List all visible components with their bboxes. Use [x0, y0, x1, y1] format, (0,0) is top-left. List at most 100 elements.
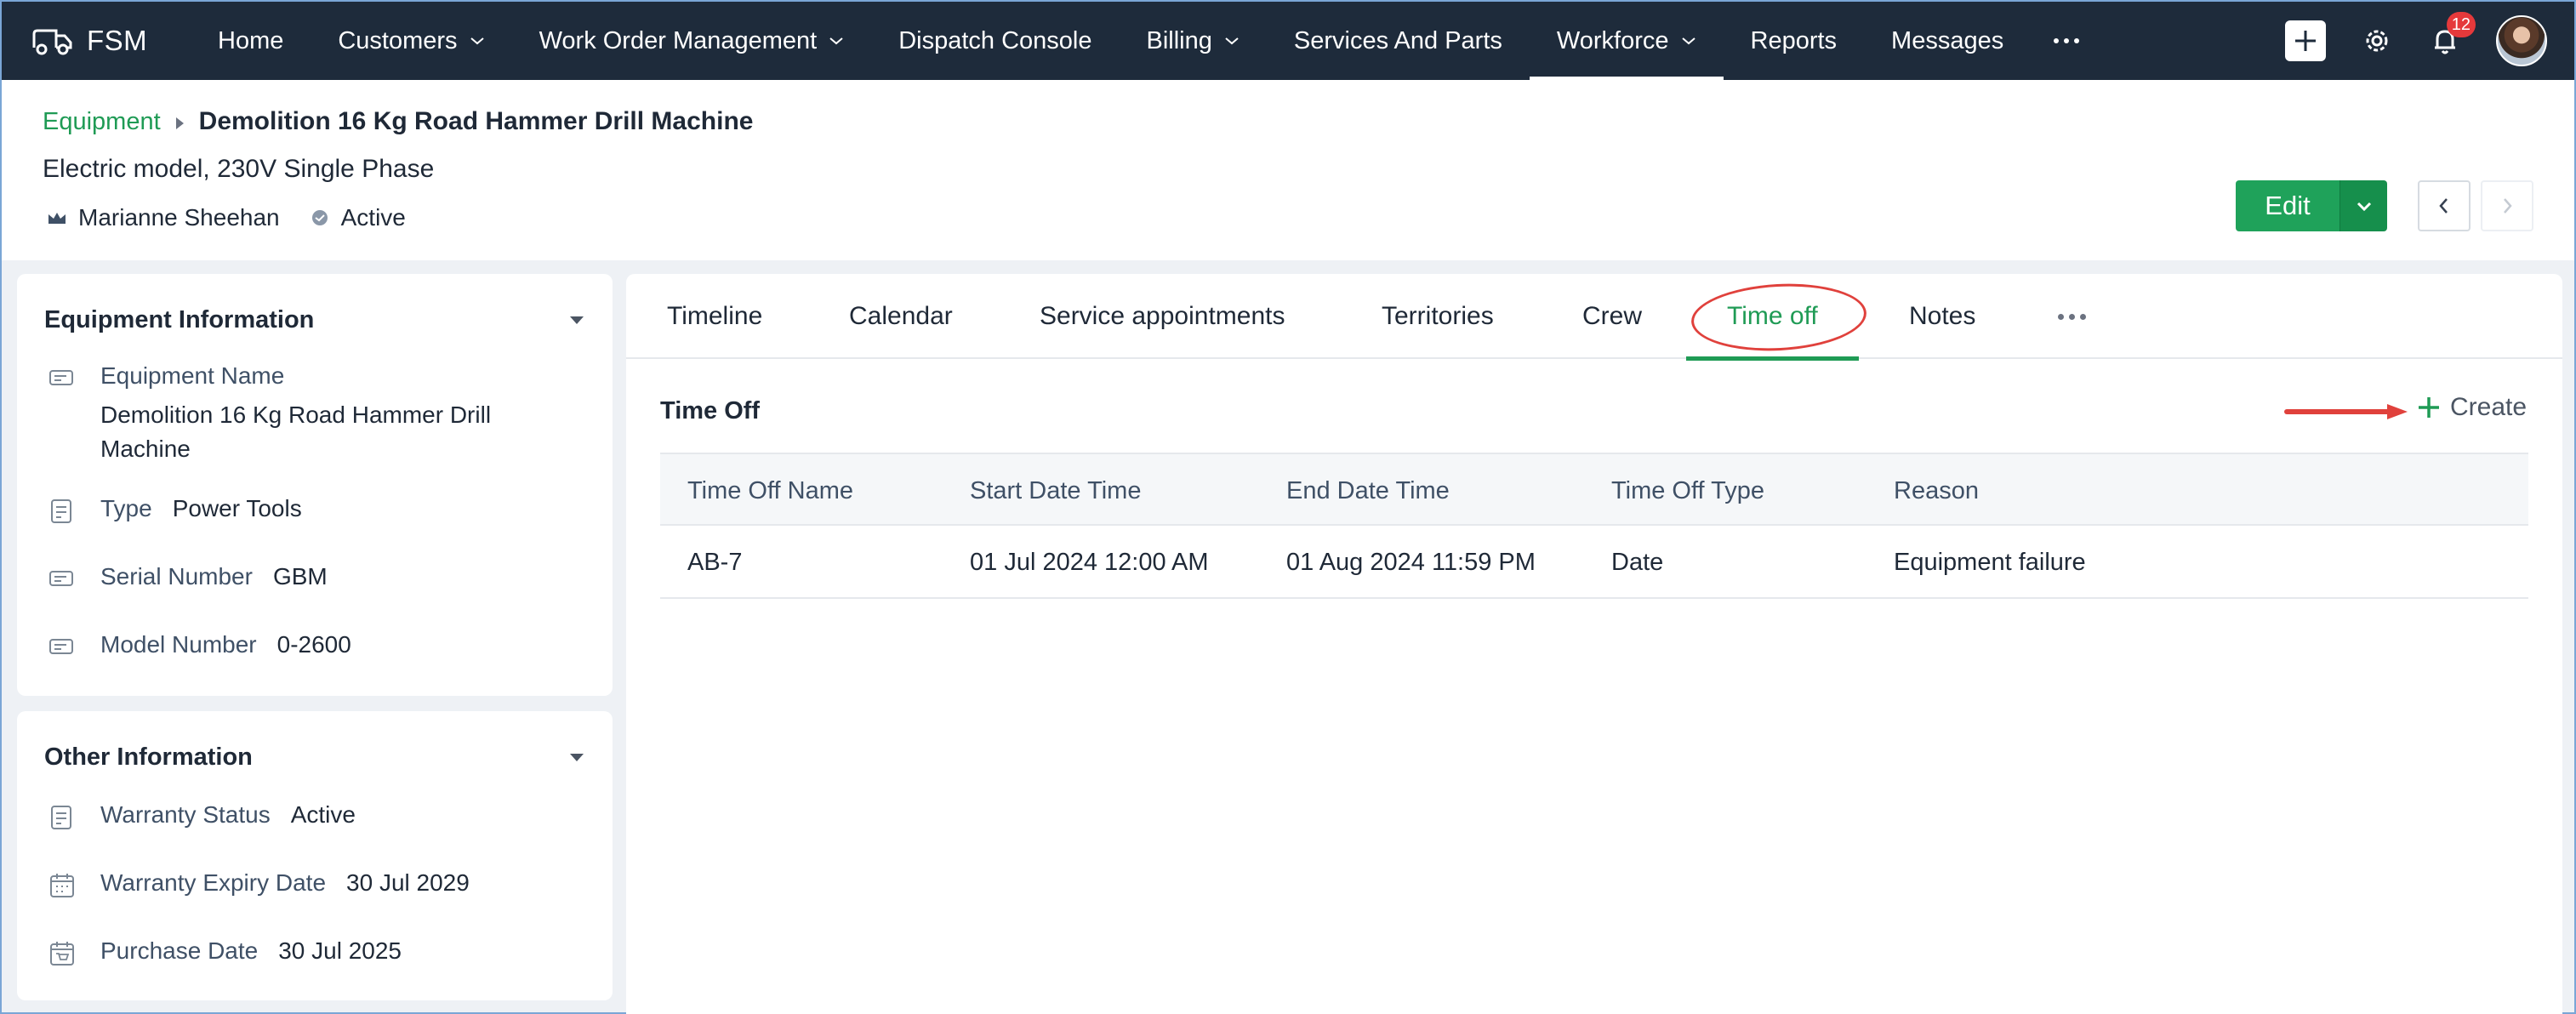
nav-dispatch-console[interactable]: Dispatch Console — [871, 2, 1119, 80]
field-value: 30 Jul 2025 — [278, 937, 402, 964]
tab-service-appointments[interactable]: Service appointments — [1040, 274, 1285, 359]
field-value: Demolition 16 Kg Road Hammer Drill Machi… — [100, 402, 492, 462]
field-value: GBM — [272, 563, 328, 590]
panel-title: Other Information — [44, 743, 253, 771]
table-cell[interactable]: AB-7 — [687, 526, 742, 599]
equipment-information-panel: Equipment Information Equipment Name Dem… — [17, 274, 613, 696]
calendar-cart-icon — [50, 942, 74, 966]
nav-reports[interactable]: Reports — [1724, 2, 1865, 80]
chevron-down-icon — [1225, 37, 1239, 45]
breadcrumb-equipment-link[interactable]: Equipment — [43, 108, 161, 136]
column-header[interactable]: Time Off Name — [687, 454, 853, 527]
page-title: Demolition 16 Kg Road Hammer Drill Machi… — [198, 107, 754, 135]
tab-territories[interactable]: Territories — [1382, 274, 1494, 359]
field-purchase-date: Purchase Date 30 Jul 2025 — [48, 937, 402, 968]
annotation-arrow-icon — [2284, 404, 2408, 419]
collapse-caret-icon[interactable] — [570, 316, 584, 324]
nav-label: Reports — [1750, 26, 1838, 54]
field-value: Power Tools — [172, 495, 302, 521]
plus-icon — [2419, 397, 2439, 418]
column-header[interactable]: Start Date Time — [970, 454, 1141, 527]
nav-more-icon[interactable] — [2031, 2, 2102, 80]
create-time-off-button[interactable]: Create — [2416, 393, 2527, 422]
tab-label: Timeline — [667, 302, 763, 330]
chevron-down-icon — [829, 37, 843, 45]
owner-name[interactable]: Marianne Sheehan — [78, 204, 280, 231]
edit-button[interactable]: Edit — [2236, 180, 2339, 231]
tab-timeline[interactable]: Timeline — [667, 274, 762, 359]
chevron-left-icon — [2439, 198, 2448, 214]
previous-record-button[interactable] — [2418, 180, 2471, 231]
tabs-more-icon[interactable] — [2055, 274, 2089, 359]
gear-icon — [2366, 30, 2388, 52]
field-label: Warranty Status — [100, 801, 271, 828]
nav-customers[interactable]: Customers — [311, 2, 511, 80]
field-warranty-status: Warranty Status Active — [48, 801, 356, 832]
nav-label: Home — [218, 26, 284, 54]
nav-actions: 12 — [2285, 2, 2574, 80]
table-row[interactable]: AB-7 01 Jul 2024 12:00 AM 01 Aug 2024 11… — [660, 526, 2528, 599]
quick-create-button[interactable] — [2285, 20, 2326, 61]
table-header-row: Time Off Name Start Date Time End Date T… — [660, 453, 2528, 526]
edit-button-group: Edit — [2236, 180, 2387, 231]
tab-calendar[interactable]: Calendar — [849, 274, 953, 359]
tab-time-off[interactable]: Time off — [1686, 274, 1868, 361]
user-avatar[interactable] — [2496, 15, 2547, 66]
field-type: Type Power Tools — [48, 495, 302, 526]
brand-name: FSM — [87, 25, 148, 56]
main-nav: Home Customers Work Order Management Dis… — [191, 2, 2102, 80]
text-field-icon — [49, 571, 73, 586]
record-tabs: Timeline Calendar Service appointments T… — [626, 274, 2562, 361]
nav-services-and-parts[interactable]: Services And Parts — [1267, 2, 1530, 80]
next-record-button[interactable] — [2481, 180, 2533, 231]
nav-workforce[interactable]: Workforce — [1529, 2, 1724, 80]
field-model-number: Model Number 0-2600 — [48, 631, 351, 662]
nav-label: Billing — [1146, 26, 1212, 54]
field-label: Model Number — [100, 631, 257, 658]
nav-label: Messages — [1891, 26, 2004, 54]
other-information-panel: Other Information Warranty Status Active… — [17, 711, 613, 1000]
nav-home[interactable]: Home — [191, 2, 311, 80]
field-value: 30 Jul 2029 — [346, 869, 470, 896]
nav-label: Work Order Management — [539, 26, 818, 54]
column-header[interactable]: Reason — [1894, 454, 1979, 527]
table-cell: 01 Aug 2024 11:59 PM — [1286, 548, 1536, 576]
field-serial-number: Serial Number GBM — [48, 563, 328, 594]
nav-billing[interactable]: Billing — [1120, 2, 1267, 80]
section-title: Time Off — [660, 397, 761, 424]
record-header: Equipment Demolition 16 Kg Road Hammer D… — [2, 80, 2574, 260]
nav-label: Dispatch Console — [898, 26, 1092, 54]
field-label: Warranty Expiry Date — [100, 869, 327, 896]
table-cell: Equipment failure — [1894, 548, 2086, 576]
tab-label: Notes — [1909, 302, 1976, 330]
column-header[interactable]: End Date Time — [1286, 454, 1450, 527]
brand[interactable]: FSM — [2, 24, 172, 58]
record-meta: Marianne Sheehan Active — [46, 204, 406, 231]
nav-work-order-management[interactable]: Work Order Management — [512, 2, 872, 80]
crown-owner-icon — [48, 213, 66, 224]
tab-label: Territories — [1382, 302, 1494, 330]
settings-button[interactable] — [2360, 24, 2394, 58]
field-warranty-expiry-date: Warranty Expiry Date 30 Jul 2029 — [48, 869, 470, 900]
status-icon — [311, 210, 328, 225]
chevron-down-icon — [1681, 37, 1695, 45]
tab-label: Calendar — [849, 302, 953, 330]
picklist-icon — [51, 806, 71, 829]
tab-label: Service appointments — [1040, 302, 1285, 330]
field-label: Type — [100, 495, 152, 521]
collapse-caret-icon[interactable] — [570, 754, 584, 761]
table-cell: 01 Jul 2024 12:00 AM — [970, 548, 1209, 576]
calendar-icon — [50, 874, 74, 897]
create-label: Create — [2450, 393, 2528, 421]
table-cell: Date — [1611, 548, 1664, 576]
nav-label: Services And Parts — [1293, 26, 1502, 54]
notifications-button[interactable]: 12 — [2428, 12, 2476, 58]
top-navigation-bar: FSM Home Customers Work Order Management… — [2, 2, 2574, 80]
nav-messages[interactable]: Messages — [1864, 2, 2031, 80]
edit-dropdown-button[interactable] — [2339, 180, 2387, 231]
tab-crew[interactable]: Crew — [1582, 274, 1642, 359]
tab-notes[interactable]: Notes — [1909, 274, 1975, 359]
column-header[interactable]: Time Off Type — [1611, 454, 1764, 527]
field-label: Equipment Name — [100, 362, 285, 389]
panel-title: Equipment Information — [44, 306, 315, 333]
